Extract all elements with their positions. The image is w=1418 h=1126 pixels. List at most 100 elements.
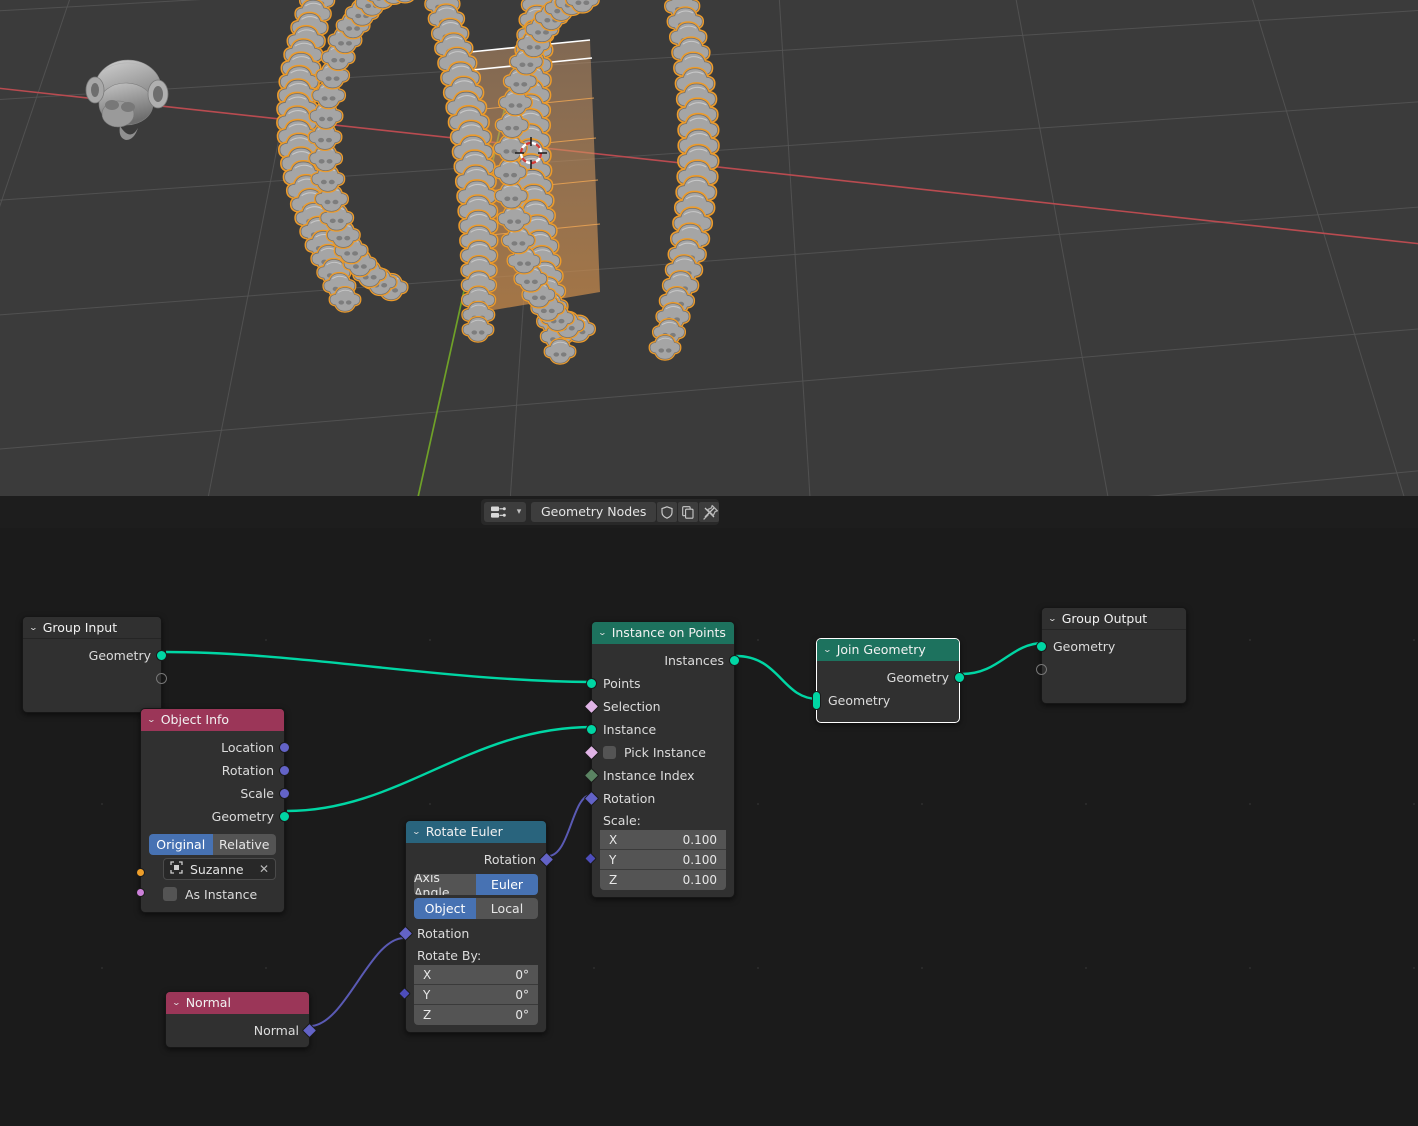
node-header-group-output[interactable]: ⌄ Group Output bbox=[1042, 608, 1186, 630]
rotate-by-input-socket[interactable] bbox=[398, 987, 411, 1000]
chevron-down-icon[interactable]: ⌄ bbox=[412, 821, 421, 843]
instance-input-socket[interactable] bbox=[586, 724, 597, 735]
instance-index-input-socket[interactable] bbox=[583, 767, 600, 784]
output-instances[interactable]: Instances bbox=[592, 649, 740, 672]
chevron-down-icon[interactable]: ▾ bbox=[512, 502, 526, 522]
chevron-down-icon[interactable]: ⌄ bbox=[172, 992, 181, 1014]
output-rotation[interactable]: Rotation bbox=[141, 759, 290, 782]
node-header-join-geometry[interactable]: ⌄ Join Geometry bbox=[817, 639, 959, 661]
node-group-output[interactable]: ⌄ Group Output Geometry bbox=[1036, 607, 1187, 704]
editor-type-selector[interactable]: ▾ bbox=[484, 502, 526, 522]
rotate-by-x[interactable]: X 0° bbox=[414, 965, 538, 985]
node-instance-on-points[interactable]: ⌄ Instance on Points Instances Points Se… bbox=[583, 621, 740, 898]
socket-label: Scale bbox=[240, 786, 274, 801]
node-tree-name-field[interactable]: Geometry Nodes bbox=[531, 502, 657, 522]
pick-instance-input-socket[interactable] bbox=[583, 744, 600, 761]
rotation-output-socket[interactable] bbox=[279, 765, 290, 776]
geometry-output-socket[interactable] bbox=[954, 672, 965, 683]
object-input-socket[interactable] bbox=[136, 868, 145, 877]
normal-output-socket[interactable] bbox=[301, 1022, 318, 1039]
input-instance[interactable]: Instance bbox=[586, 718, 734, 741]
node-header-instance-on-points[interactable]: ⌄ Instance on Points bbox=[592, 622, 734, 644]
output-geometry[interactable]: Geometry bbox=[141, 805, 290, 828]
node-join-geometry[interactable]: ⌄ Join Geometry Geometry Geometry bbox=[812, 638, 965, 723]
node-group-input[interactable]: ⌄ Group Input Geometry bbox=[22, 616, 167, 713]
virtual-input-socket[interactable] bbox=[1036, 664, 1047, 675]
scale-output-socket[interactable] bbox=[279, 788, 290, 799]
toggle-axis-angle[interactable]: Axis Angle bbox=[414, 874, 476, 895]
link-instances-join bbox=[735, 654, 819, 701]
node-header-group-input[interactable]: ⌄ Group Input bbox=[23, 617, 161, 639]
output-rotation[interactable]: Rotation bbox=[406, 848, 555, 871]
output-location[interactable]: Location bbox=[141, 736, 290, 759]
rotate-by-z[interactable]: Z 0° bbox=[414, 1005, 538, 1025]
rotate-by-vector[interactable]: X 0° Y 0° Z 0° bbox=[398, 965, 546, 1025]
geometry-multi-input-socket[interactable] bbox=[812, 691, 821, 710]
scale-vector[interactable]: X 0.100 Y 0.100 Z 0.100 bbox=[584, 830, 734, 890]
chevron-down-icon[interactable]: ⌄ bbox=[598, 622, 607, 644]
socket-label: Rotation bbox=[221, 763, 274, 778]
chevron-down-icon[interactable]: ⌄ bbox=[147, 709, 156, 731]
output-scale[interactable]: Scale bbox=[141, 782, 290, 805]
points-input-socket[interactable] bbox=[586, 678, 597, 689]
toggle-euler[interactable]: Euler bbox=[476, 874, 538, 895]
as-instance-checkbox[interactable] bbox=[163, 887, 177, 901]
geometry-nodes-editor-icon[interactable] bbox=[484, 502, 512, 522]
close-icon[interactable]: ✕ bbox=[259, 862, 269, 876]
location-output-socket[interactable] bbox=[279, 742, 290, 753]
input-selection[interactable]: Selection bbox=[583, 695, 734, 718]
object-selector-field[interactable]: Suzanne ✕ bbox=[163, 858, 276, 880]
as-instance-input-socket[interactable] bbox=[136, 888, 145, 897]
rotate-by-y[interactable]: Y 0° bbox=[414, 985, 538, 1005]
node-rotate-euler[interactable]: ⌄ Rotate Euler Rotation Axis Angle Euler… bbox=[397, 820, 555, 1033]
chevron-down-icon[interactable]: ⌄ bbox=[29, 617, 38, 639]
node-header-normal[interactable]: ⌄ Normal bbox=[166, 992, 309, 1014]
input-instance-index[interactable]: Instance Index bbox=[583, 764, 734, 787]
selection-input-socket[interactable] bbox=[583, 698, 600, 715]
input-virtual[interactable] bbox=[1036, 658, 1186, 681]
node-object-info[interactable]: ⌄ Object Info Location Rotation Scale Ge… bbox=[136, 708, 290, 913]
pin-icon[interactable] bbox=[698, 501, 722, 523]
input-geometry[interactable]: Geometry bbox=[812, 689, 959, 712]
output-normal[interactable]: Normal bbox=[166, 1019, 318, 1042]
input-pick-instance[interactable]: Pick Instance bbox=[583, 741, 734, 764]
rotation-space-toggle[interactable]: Object Local bbox=[414, 898, 538, 919]
input-geometry[interactable]: Geometry bbox=[1036, 635, 1186, 658]
new-copy-icon[interactable] bbox=[678, 502, 699, 522]
output-geometry[interactable]: Geometry bbox=[23, 644, 167, 667]
scale-z[interactable]: Z 0.100 bbox=[600, 870, 726, 890]
geometry-output-socket[interactable] bbox=[156, 650, 167, 661]
node-editor-canvas[interactable]: ⌄ Group Input Geometry ⌄ Object Info Loc… bbox=[0, 528, 1418, 1126]
rotation-input-socket[interactable] bbox=[583, 790, 600, 807]
toggle-relative[interactable]: Relative bbox=[212, 834, 276, 855]
geometry-input-socket[interactable] bbox=[1036, 641, 1047, 652]
output-geometry[interactable]: Geometry bbox=[817, 666, 965, 689]
pick-instance-checkbox[interactable] bbox=[603, 746, 616, 759]
rotation-type-toggle[interactable]: Axis Angle Euler bbox=[414, 874, 538, 895]
toggle-object[interactable]: Object bbox=[414, 898, 476, 919]
as-instance-row[interactable]: As Instance bbox=[141, 883, 284, 905]
geometry-output-socket[interactable] bbox=[279, 811, 290, 822]
fake-user-icon[interactable] bbox=[657, 502, 678, 522]
input-rotation[interactable]: Rotation bbox=[397, 922, 546, 945]
virtual-output-socket[interactable] bbox=[156, 673, 167, 684]
chevron-down-icon[interactable]: ⌄ bbox=[823, 639, 832, 661]
node-normal[interactable]: ⌄ Normal Normal bbox=[165, 991, 318, 1048]
object-icon bbox=[170, 861, 183, 877]
transform-space-toggle[interactable]: Original Relative bbox=[149, 834, 276, 855]
rotation-input-socket[interactable] bbox=[397, 925, 414, 942]
node-header-object-info[interactable]: ⌄ Object Info bbox=[141, 709, 284, 731]
chevron-down-icon[interactable]: ⌄ bbox=[1048, 608, 1057, 630]
scale-input-socket[interactable] bbox=[584, 852, 597, 865]
rotation-output-socket[interactable] bbox=[538, 851, 555, 868]
input-rotation[interactable]: Rotation bbox=[583, 787, 734, 810]
instances-output-socket[interactable] bbox=[729, 655, 740, 666]
toggle-local[interactable]: Local bbox=[476, 898, 538, 919]
input-points[interactable]: Points bbox=[586, 672, 734, 695]
scale-y[interactable]: Y 0.100 bbox=[600, 850, 726, 870]
3d-viewport[interactable] bbox=[0, 0, 1418, 496]
output-virtual[interactable] bbox=[23, 667, 167, 690]
toggle-original[interactable]: Original bbox=[149, 834, 213, 855]
scale-x[interactable]: X 0.100 bbox=[600, 830, 726, 850]
node-header-rotate-euler[interactable]: ⌄ Rotate Euler bbox=[406, 821, 546, 843]
